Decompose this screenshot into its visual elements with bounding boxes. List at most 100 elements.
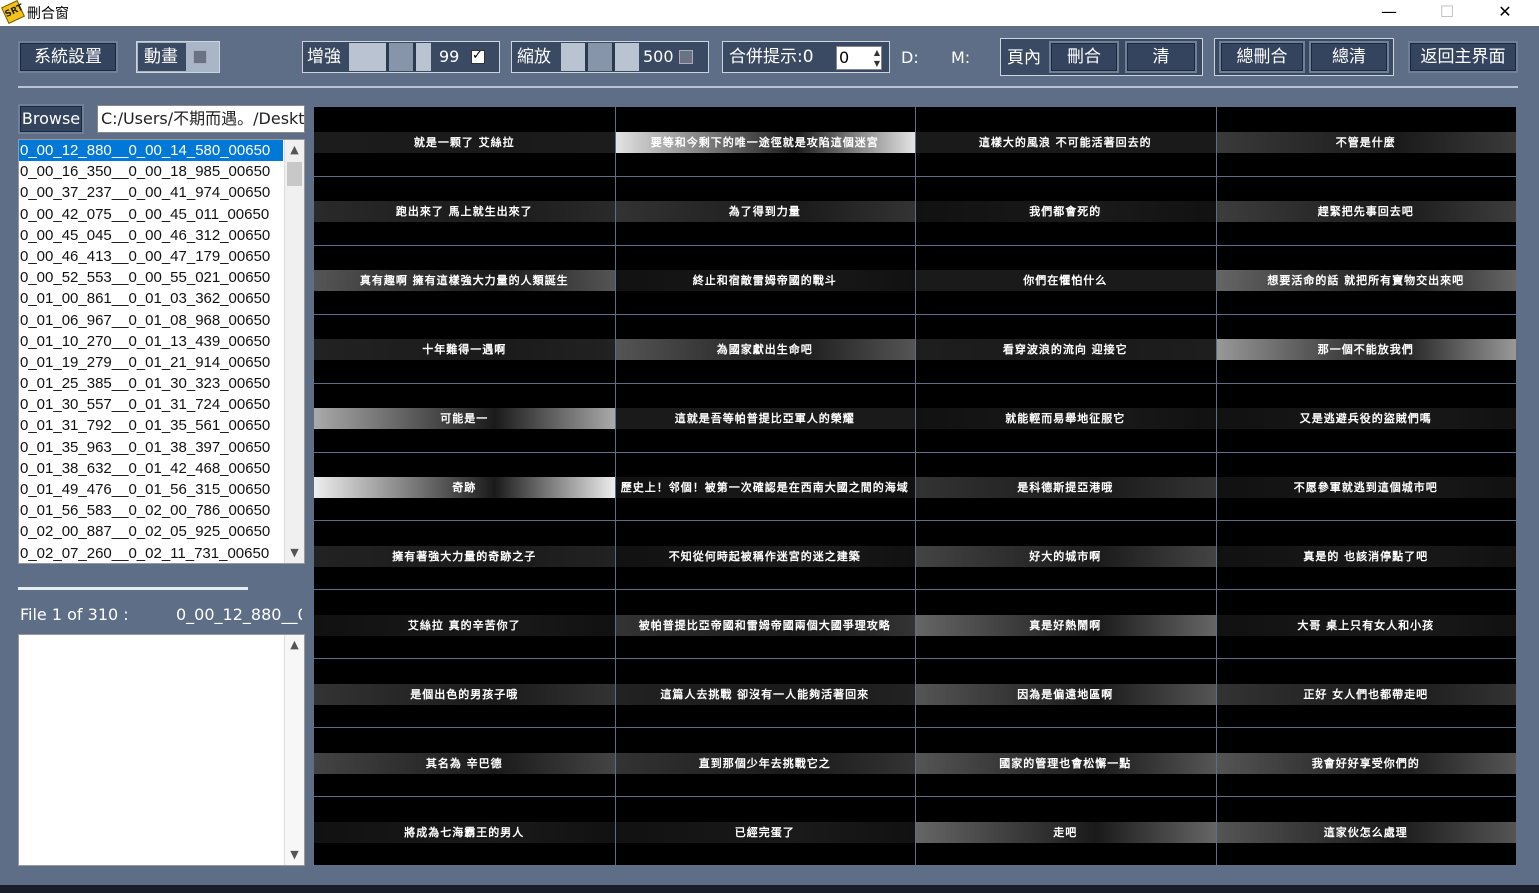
- delete-merge-button[interactable]: 刪合: [1049, 41, 1119, 73]
- subtitle-cell[interactable]: 我會好好享受你們的: [1215, 727, 1516, 796]
- subtitle-cell[interactable]: 這樣大的風浪 不可能活著回去的: [915, 107, 1216, 176]
- subtitle-cell[interactable]: 這家伙怎么處理: [1215, 796, 1516, 865]
- file-list-item[interactable]: 0_00_42_075__0_00_45_011_00650: [19, 204, 304, 225]
- subtitle-cell[interactable]: 趕緊把先事回去吧: [1215, 176, 1516, 245]
- zoom-slider-thumb[interactable]: [585, 43, 615, 71]
- subtitle-cell[interactable]: 直到那個少年去挑戰它之: [614, 727, 915, 796]
- file-list-item[interactable]: 0_01_38_632__0_01_42_468_00650: [19, 458, 304, 479]
- subtitle-cell[interactable]: 奇跡: [314, 452, 615, 521]
- merge-hint-spinbox[interactable]: 0 ▲ ▼: [836, 46, 882, 70]
- file-list-item[interactable]: 0_00_46_413__0_00_47_179_00650: [19, 246, 304, 267]
- scroll-up-icon[interactable]: ▲: [285, 140, 304, 160]
- subtitle-cell[interactable]: 真有趣啊 擁有這樣強大力量的人類誕生: [314, 245, 615, 314]
- minimize-button[interactable]: —: [1366, 0, 1412, 26]
- file-list-item[interactable]: 0_01_35_963__0_01_38_397_00650: [19, 437, 304, 458]
- subtitle-cell[interactable]: 我們都會死的: [915, 176, 1216, 245]
- subtitle-cell[interactable]: 走吧: [915, 796, 1216, 865]
- subtitle-text: 好大的城市啊: [915, 545, 1216, 567]
- file-list-item[interactable]: 0_00_12_880__0_00_14_580_00650: [19, 140, 283, 162]
- file-list-item[interactable]: 0_01_00_861__0_01_03_362_00650: [19, 288, 304, 309]
- return-main-button[interactable]: 返回主界面: [1408, 41, 1518, 73]
- subtitle-text: 這就是吾等帕普提比亞軍人的榮耀: [614, 408, 915, 430]
- subtitle-cell[interactable]: 已經完蛋了: [614, 796, 915, 865]
- subtitle-cell[interactable]: 想要活命的話 就把所有寶物交出來吧: [1215, 245, 1516, 314]
- enhance-checkbox[interactable]: [471, 48, 485, 64]
- subtitle-cell[interactable]: 你們在懼怕什么: [915, 245, 1216, 314]
- total-delete-merge-button[interactable]: 總刪合: [1219, 41, 1305, 73]
- subtitle-cell[interactable]: 艾絲拉 真的辛苦你了: [314, 589, 615, 658]
- scroll-down-icon[interactable]: ▼: [285, 845, 304, 865]
- subtitle-cell[interactable]: 就能輕而易舉地征服它: [915, 383, 1216, 452]
- subtitle-cell[interactable]: 正好 女人們也都帶走吧: [1215, 658, 1516, 727]
- subtitle-cell[interactable]: 那一個不能放我們: [1215, 314, 1516, 383]
- file-list-item[interactable]: 0_00_37_237__0_00_41_974_00650: [19, 182, 304, 203]
- subtitle-cell[interactable]: 其名為 辛巴德: [314, 727, 615, 796]
- file-list-item[interactable]: 0_01_30_557__0_01_31_724_00650: [19, 394, 304, 415]
- subtitle-cell[interactable]: 這就是吾等帕普提比亞軍人的榮耀: [614, 383, 915, 452]
- system-settings-button[interactable]: 系統設置: [18, 41, 118, 73]
- file-list-item[interactable]: 0_01_10_270__0_01_13_439_00650: [19, 331, 304, 352]
- zoom-checkbox[interactable]: [679, 50, 693, 64]
- file-list-item[interactable]: 0_02_00_887__0_02_05_925_00650: [19, 521, 304, 542]
- close-button[interactable]: ✕: [1482, 0, 1528, 26]
- path-input[interactable]: C:/Users/不期而遇。/Desktop: [97, 105, 305, 133]
- subtitle-cell[interactable]: 跑出來了 馬上就生出來了: [314, 176, 615, 245]
- file-list[interactable]: 0_00_12_880__0_00_14_580_00650 0_00_16_35…: [18, 139, 305, 564]
- notes-scrollbar[interactable]: ▲ ▼: [284, 635, 304, 865]
- subtitle-cell[interactable]: 不愿參軍就逃到這個城市吧: [1215, 452, 1516, 521]
- subtitle-cell[interactable]: 這篇人去挑戰 卻沒有一人能夠活著回來: [614, 658, 915, 727]
- subtitle-cell[interactable]: 不管是什麼: [1215, 107, 1516, 176]
- spin-arrows-icon[interactable]: ▲ ▼: [874, 47, 880, 69]
- file-list-item[interactable]: 0_01_25_385__0_01_30_323_00650: [19, 373, 304, 394]
- subtitle-cell[interactable]: 大哥 桌上只有女人和小孩: [1215, 589, 1516, 658]
- subtitle-cell[interactable]: 將成為七海霸王的男人: [314, 796, 615, 865]
- enhance-slider[interactable]: [349, 43, 431, 71]
- subtitle-cell[interactable]: 十年難得一遇啊: [314, 314, 615, 383]
- subtitle-cell[interactable]: 被帕普提比亞帝國和雷姆帝國兩個大國爭理攻略: [614, 589, 915, 658]
- scroll-thumb[interactable]: [287, 162, 302, 186]
- enhance-slider-thumb[interactable]: [386, 43, 416, 71]
- file-list-scrollbar[interactable]: ▲ ▼: [284, 140, 304, 563]
- subtitle-cell[interactable]: 要等和今剩下的唯一途徑就是攻陷這個迷宮: [614, 107, 915, 176]
- file-list-item[interactable]: 0_01_19_279__0_01_21_914_00650: [19, 352, 304, 373]
- subtitle-cell[interactable]: 好大的城市啊: [915, 520, 1216, 589]
- file-list-item[interactable]: 0_02_07_260__0_02_11_731_00650: [19, 543, 304, 563]
- subtitle-cell[interactable]: 是個出色的男孩子哦: [314, 658, 615, 727]
- subtitle-text: 終止和宿敵雷姆帝國的戰斗: [614, 270, 915, 292]
- file-list-item[interactable]: 0_01_31_792__0_01_35_561_00650: [19, 415, 304, 436]
- subtitle-cell[interactable]: 又是逃避兵役的盜賊們嗎: [1215, 383, 1516, 452]
- subtitle-cell[interactable]: 擁有著強大力量的奇跡之子: [314, 520, 615, 589]
- subtitle-cell[interactable]: 終止和宿敵雷姆帝國的戰斗: [614, 245, 915, 314]
- animation-checkbox[interactable]: [193, 50, 207, 64]
- subtitle-cell[interactable]: 因為是偏遠地區啊: [915, 658, 1216, 727]
- scroll-up-icon[interactable]: ▲: [285, 635, 304, 655]
- total-clear-button[interactable]: 總清: [1309, 41, 1389, 73]
- clear-button[interactable]: 清: [1125, 41, 1197, 73]
- subtitle-grid[interactable]: 就是一颗了 艾絲拉 要等和今剩下的唯一途徑就是攻陷這個迷宮 這樣大的風浪 不可能活著…: [314, 107, 1516, 865]
- file-list-item[interactable]: 0_00_52_553__0_00_55_021_00650: [19, 267, 304, 288]
- file-list-item[interactable]: 0_01_49_476__0_01_56_315_00650: [19, 479, 304, 500]
- scroll-down-icon[interactable]: ▼: [285, 543, 304, 563]
- browse-button[interactable]: Browse: [18, 104, 84, 134]
- subtitle-cell[interactable]: 真是好熱鬧啊: [915, 589, 1216, 658]
- subtitle-text: 已經完蛋了: [614, 821, 915, 843]
- file-list-item[interactable]: 0_00_45_045__0_00_46_312_00650: [19, 225, 304, 246]
- subtitle-cell[interactable]: 國家的管理也會松懈一點: [915, 727, 1216, 796]
- maximize-button[interactable]: ☐: [1424, 0, 1470, 26]
- subtitle-cell[interactable]: 是科德斯提亞港哦: [915, 452, 1216, 521]
- subtitle-cell[interactable]: 不知從何時起被稱作迷宮的迷之建築: [614, 520, 915, 589]
- subtitle-cell[interactable]: 真是的 也該消停點了吧: [1215, 520, 1516, 589]
- subtitle-text: 艾絲拉 真的辛苦你了: [314, 614, 615, 636]
- zoom-slider[interactable]: [561, 43, 639, 71]
- subtitle-cell[interactable]: 就是一颗了 艾絲拉: [314, 107, 615, 176]
- subtitle-cell[interactable]: 看穿波浪的流向 迎接它: [915, 314, 1216, 383]
- subtitle-cell[interactable]: 為國家獻出生命吧: [614, 314, 915, 383]
- subtitle-cell[interactable]: 為了得到力量: [614, 176, 915, 245]
- subtitle-cell[interactable]: 可能是一: [314, 383, 615, 452]
- file-list-item[interactable]: 0_00_16_350__0_00_18_985_00650: [19, 161, 304, 182]
- grid-divider: [314, 451, 1516, 453]
- notes-textarea[interactable]: ▲ ▼: [18, 634, 305, 866]
- file-list-item[interactable]: 0_01_56_583__0_02_00_786_00650: [19, 500, 304, 521]
- file-list-item[interactable]: 0_01_06_967__0_01_08_968_00650: [19, 310, 304, 331]
- subtitle-cell[interactable]: 歷史上！邻個！被第一次確認是在西南大國之間的海域: [614, 452, 915, 521]
